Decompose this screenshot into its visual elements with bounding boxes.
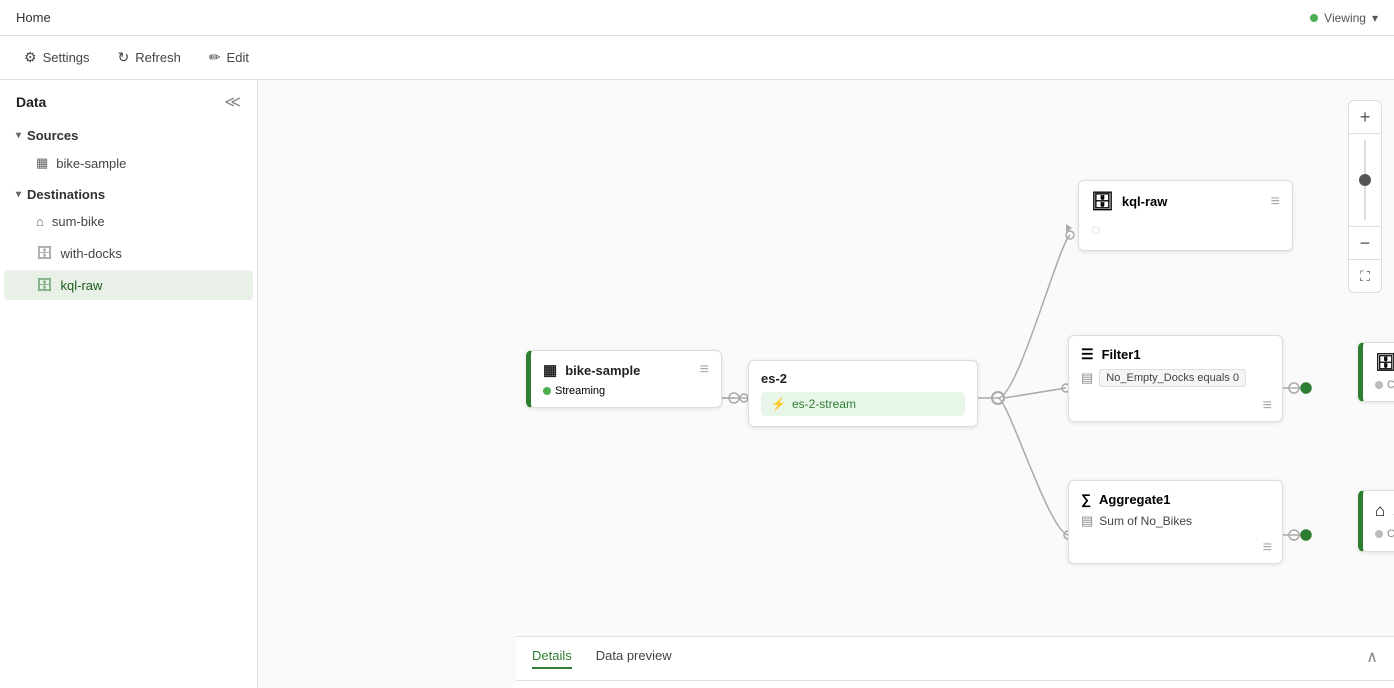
sources-chevron-icon: ▾ xyxy=(16,130,21,141)
sidebar: Data ≪ ▾ Sources ▦ bike-sample ▾ Destina… xyxy=(0,80,258,688)
bottom-panel: Details Data preview ∧ xyxy=(516,636,1394,688)
house-icon: ⌂ xyxy=(36,214,44,229)
sources-section-header[interactable]: ▾ Sources xyxy=(0,120,257,147)
sum-bike-icon: ⌂ xyxy=(1375,501,1385,521)
edit-label: Edit xyxy=(227,50,249,65)
filter1-title: Filter1 xyxy=(1102,347,1141,362)
aggregate1-condition: Sum of No_Bikes xyxy=(1099,514,1192,528)
zoom-out-button[interactable]: − xyxy=(1349,227,1381,259)
destinations-chevron-icon: ▾ xyxy=(16,189,21,200)
aggregate-icon: ∑ xyxy=(1081,491,1091,507)
table-icon: ▦ xyxy=(36,155,48,171)
aggregate1-menu-icon[interactable]: ≡ xyxy=(1263,539,1272,556)
filter1-condition: No_Empty_Docks equals 0 xyxy=(1099,369,1246,387)
page-title: Home xyxy=(16,10,51,25)
sidebar-title: Data xyxy=(16,94,46,110)
canvas-inner: ▦ bike-sample ≡ Streaming es-2 ⚡ es-2-st… xyxy=(258,80,1394,688)
gear-icon: ⚙ xyxy=(24,49,37,66)
sidebar-item-bike-sample-label: bike-sample xyxy=(56,156,126,171)
node-bike-sample[interactable]: ▦ bike-sample ≡ Streaming xyxy=(526,350,722,408)
viewing-badge[interactable]: Viewing ▾ xyxy=(1310,11,1378,25)
table-node-icon: ▦ xyxy=(543,361,557,379)
chevron-up-icon: ∧ xyxy=(1366,649,1378,666)
sidebar-item-sum-bike-label: sum-bike xyxy=(52,214,105,229)
kqlraw-icon: 🗄 xyxy=(1091,191,1114,212)
sidebar-item-with-docks[interactable]: 🗄 with-docks xyxy=(4,238,253,268)
refresh-label: Refresh xyxy=(135,50,181,65)
with-docks-status: Created xyxy=(1387,379,1394,391)
tab-data-preview-label: Data preview xyxy=(596,648,672,663)
destinations-label: Destinations xyxy=(27,187,105,202)
filter-icon: ☰ xyxy=(1081,346,1094,363)
edit-button[interactable]: ✏ Edit xyxy=(197,43,261,72)
node-with-docks[interactable]: 🗄 with-docks ≡ Created xyxy=(1358,342,1394,402)
sidebar-item-kql-raw[interactable]: 🗄 kql-raw xyxy=(4,270,253,300)
sum-bike-status-dot xyxy=(1375,530,1383,538)
kql-icon: 🗄 xyxy=(36,277,53,293)
node-filter1[interactable]: ☰ Filter1 ▤ No_Empty_Docks equals 0 ≡ xyxy=(1068,335,1283,422)
tab-data-preview[interactable]: Data preview xyxy=(596,648,672,669)
sidebar-item-sum-bike[interactable]: ⌂ sum-bike xyxy=(4,207,253,236)
aggregate-row-icon: ▤ xyxy=(1081,513,1093,529)
node-kqlraw[interactable]: 🗄 kql-raw ≡ ◌ xyxy=(1078,180,1293,251)
kqlraw-node-title: kql-raw xyxy=(1122,194,1168,209)
database-icon: 🗄 xyxy=(36,245,53,261)
main-layout: Data ≪ ▾ Sources ▦ bike-sample ▾ Destina… xyxy=(0,80,1394,688)
bottom-tabs: Details Data preview ∧ xyxy=(516,637,1394,681)
sources-label: Sources xyxy=(27,128,78,143)
stream-icon: ⚡ xyxy=(771,397,786,411)
zoom-slider-thumb xyxy=(1359,174,1371,186)
viewing-status-dot xyxy=(1310,14,1318,22)
filter-row-icon: ▤ xyxy=(1081,370,1093,386)
zoom-fit-button[interactable]: ⛶ xyxy=(1349,260,1381,292)
zoom-slider-track xyxy=(1364,140,1366,220)
destinations-section-header[interactable]: ▾ Destinations xyxy=(0,179,257,206)
zoom-in-button[interactable]: + xyxy=(1349,101,1381,133)
es2-node-title: es-2 xyxy=(761,371,965,386)
streaming-status-dot xyxy=(543,387,551,395)
tab-details[interactable]: Details xyxy=(532,648,572,669)
sidebar-header: Data ≪ xyxy=(0,80,257,120)
zoom-fit-icon: ⛶ xyxy=(1360,268,1370,285)
bike-sample-status: Streaming xyxy=(555,385,605,397)
zoom-controls: + − ⛶ xyxy=(1348,100,1382,293)
with-docks-icon: 🗄 xyxy=(1375,353,1394,373)
top-bar: Home Viewing ▾ xyxy=(0,0,1394,36)
canvas[interactable]: ▦ bike-sample ≡ Streaming es-2 ⚡ es-2-st… xyxy=(258,80,1394,688)
sidebar-item-with-docks-label: with-docks xyxy=(61,246,122,261)
kqlraw-menu-icon[interactable]: ≡ xyxy=(1271,193,1280,211)
viewing-label: Viewing xyxy=(1324,11,1366,25)
zoom-divider xyxy=(1349,133,1381,134)
kqlraw-loading-icon: ◌ xyxy=(1091,222,1101,240)
es2-stream-tag: ⚡ es-2-stream xyxy=(761,392,965,416)
viewing-chevron-icon: ▾ xyxy=(1372,11,1378,25)
settings-label: Settings xyxy=(43,50,90,65)
settings-button[interactable]: ⚙ Settings xyxy=(12,43,102,72)
filter1-menu-icon[interactable]: ≡ xyxy=(1263,397,1272,414)
sidebar-collapse-button[interactable]: ≪ xyxy=(224,92,241,112)
edit-icon: ✏ xyxy=(209,49,221,66)
bottom-panel-collapse-button[interactable]: ∧ xyxy=(1366,647,1378,667)
with-docks-status-dot xyxy=(1375,381,1383,389)
refresh-button[interactable]: ↻ Refresh xyxy=(106,43,193,72)
toolbar: ⚙ Settings ↻ Refresh ✏ Edit xyxy=(0,36,1394,80)
bike-sample-menu-icon[interactable]: ≡ xyxy=(700,361,709,379)
aggregate1-title: Aggregate1 xyxy=(1099,492,1171,507)
sum-bike-status: Created xyxy=(1387,528,1394,540)
refresh-icon: ↻ xyxy=(118,49,130,66)
es2-stream-label: es-2-stream xyxy=(792,397,856,411)
collapse-icon: ≪ xyxy=(224,94,241,111)
node-sum-bike[interactable]: ⌂ sum-bike ≡ Created 🖌 xyxy=(1358,490,1394,552)
node-es2[interactable]: es-2 ⚡ es-2-stream xyxy=(748,360,978,427)
sidebar-item-kql-raw-label: kql-raw xyxy=(61,278,103,293)
tab-details-label: Details xyxy=(532,648,572,663)
sidebar-item-bike-sample[interactable]: ▦ bike-sample xyxy=(4,148,253,178)
node-aggregate1[interactable]: ∑ Aggregate1 ▤ Sum of No_Bikes ≡ xyxy=(1068,480,1283,564)
bike-sample-node-title: bike-sample xyxy=(565,363,640,378)
